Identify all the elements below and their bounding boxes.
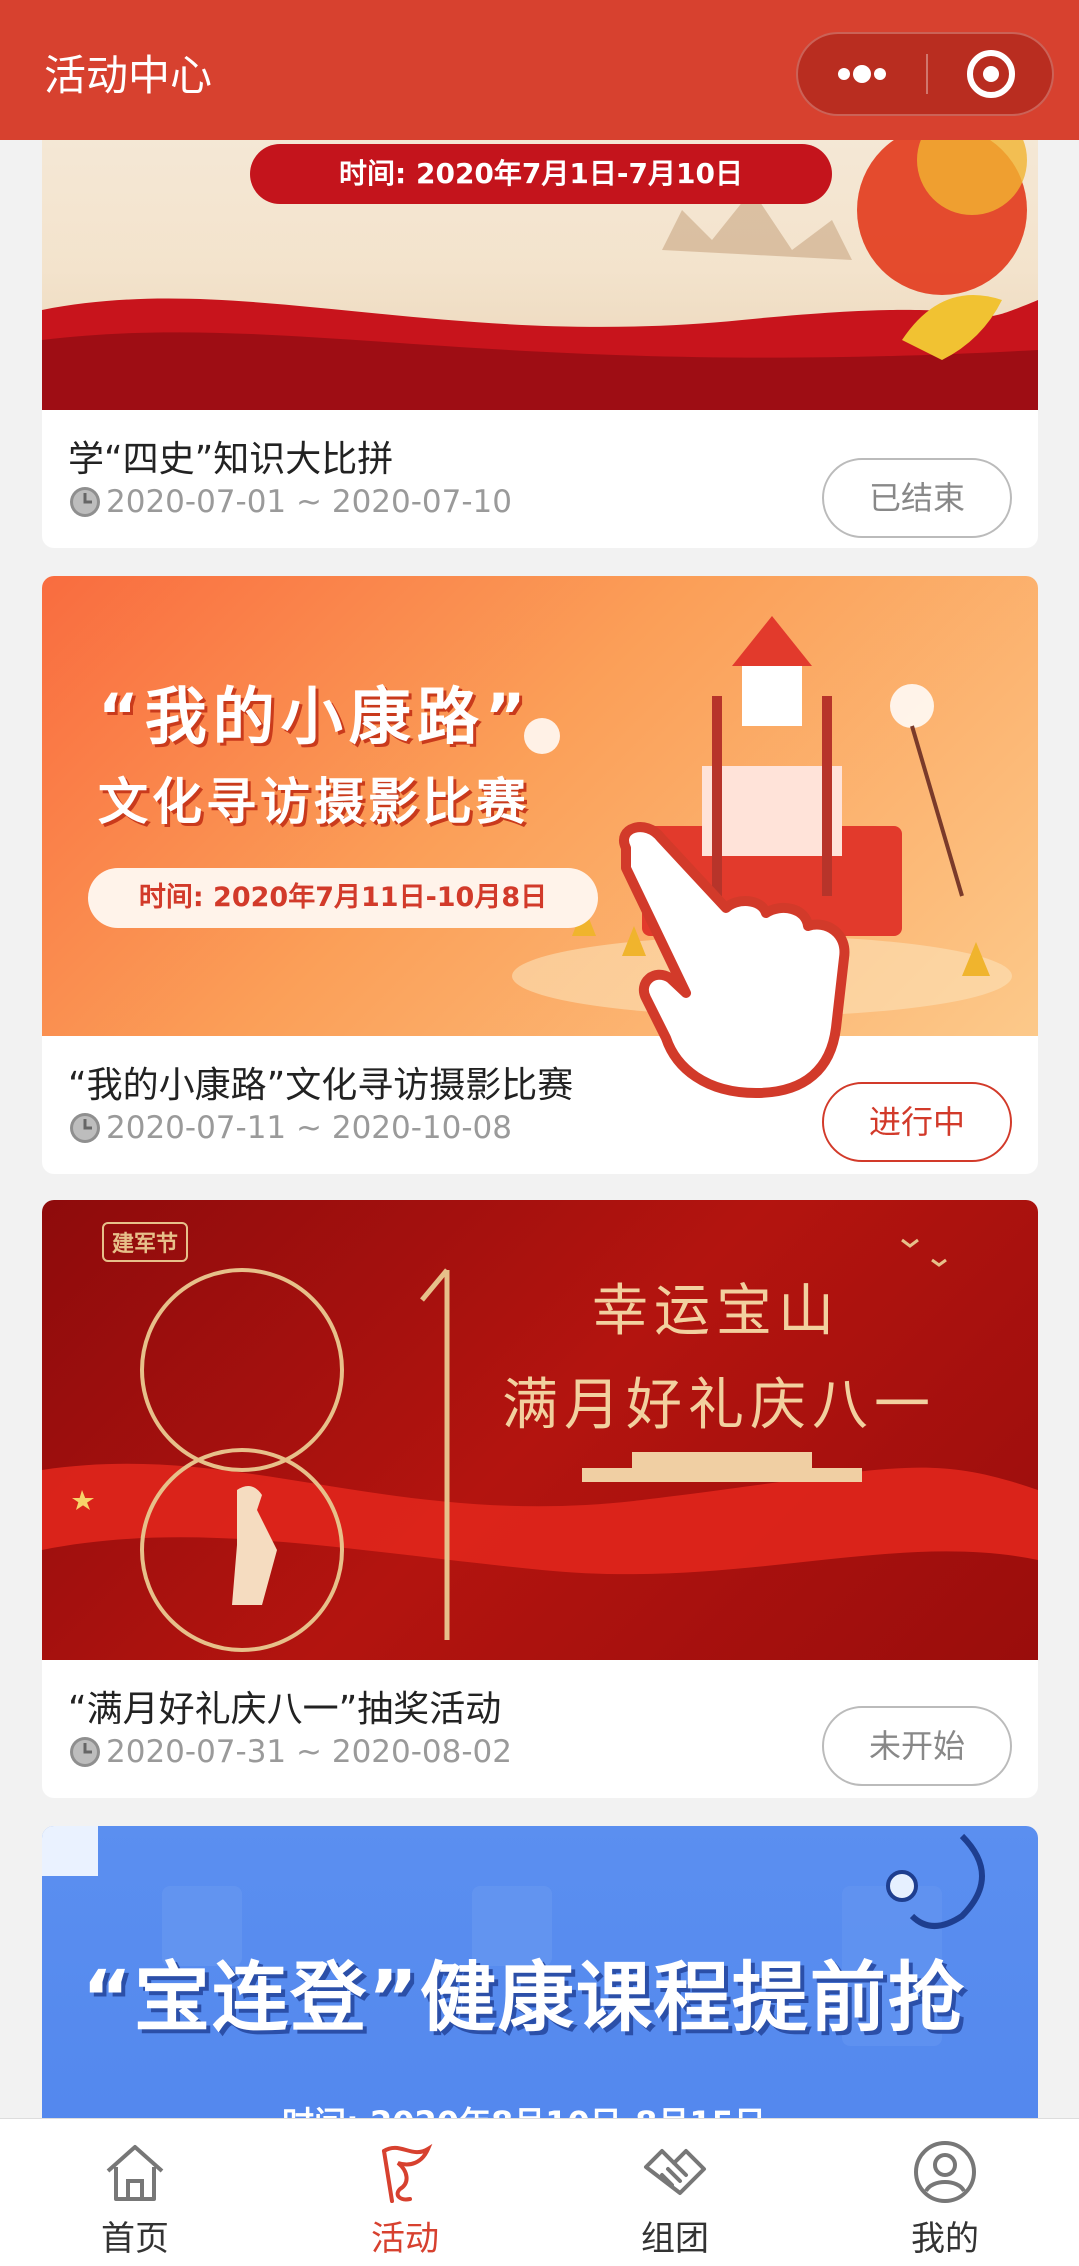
target-circle-icon — [967, 50, 1015, 98]
activity-date: 2020-07-01 ~ 2020-07-10 — [68, 484, 512, 520]
page-title: 活动中心 — [44, 51, 213, 100]
banner-heading-line1: “我的小康路” — [98, 680, 532, 753]
banner-heading-line2: 满月好礼庆八一 — [502, 1373, 936, 1438]
banner-heading: “宝连登”健康课程提前抢 — [82, 1953, 966, 2042]
home-icon — [106, 2145, 164, 2201]
activity-banner[interactable]: “宝连登”健康课程提前抢 时间: 2020年8月10日-8月15日 — [42, 1826, 1038, 2118]
banner-time-pill: 时间: 2020年7月11日-10月8日 — [88, 868, 598, 928]
banner-badge: 建军节 — [102, 1222, 189, 1262]
banner-time: 时间: 2020年7月1日-7月10日 — [339, 157, 743, 190]
activity-date-text: 2020-07-01 ~ 2020-07-10 — [106, 484, 512, 520]
banner-heading-line1: 幸运宝山 — [592, 1279, 840, 1344]
activity-date: 2020-07-11 ~ 2020-10-08 — [68, 1110, 512, 1146]
tab-activity[interactable]: 活动 — [270, 2119, 540, 2266]
status-badge-upcoming[interactable]: 未开始 — [822, 1706, 1012, 1786]
top-navigation-bar: 活动中心 — [0, 0, 1079, 140]
tab-mine[interactable]: 我的 — [810, 2119, 1079, 2266]
more-button[interactable] — [798, 34, 926, 114]
tab-group[interactable]: 组团 — [540, 2119, 810, 2266]
activity-card[interactable]: 建军节 幸运宝山 满月好礼庆八一 “满月好礼庆八一”抽奖活动 2020-07-3… — [42, 1200, 1038, 1798]
activity-date-text: 2020-07-31 ~ 2020-08-02 — [106, 1734, 512, 1770]
close-button[interactable] — [928, 34, 1054, 114]
tab-label: 组团 — [641, 2219, 709, 2259]
status-badge-ended[interactable]: 已结束 — [822, 458, 1012, 538]
banner-heading-line2: 文化寻访摄影比赛 — [98, 773, 530, 831]
mini-program-capsule — [796, 32, 1054, 116]
hand-pointer-icon — [619, 822, 850, 1098]
flag-icon — [382, 2143, 433, 2203]
activity-title: 学“四史”知识大比拼 — [68, 439, 394, 480]
activity-banner[interactable]: “我的小康路” 文化寻访摄影比赛 时间: 2020年7月11日-10月8日 — [42, 576, 1038, 1036]
activity-title: “我的小康路”文化寻访摄影比赛 — [68, 1065, 574, 1106]
tab-label: 我的 — [911, 2219, 979, 2259]
banner-time: 时间: 2020年7月11日-10月8日 — [138, 882, 548, 913]
activity-date-text: 2020-07-11 ~ 2020-10-08 — [106, 1110, 512, 1146]
activity-title: “满月好礼庆八一”抽奖活动 — [68, 1689, 502, 1730]
clock-icon — [70, 487, 100, 517]
clock-icon — [70, 1113, 100, 1143]
activity-card[interactable]: 学“四史”知识大比拼 时间: 2020年7月1日-7月10日 学“四史”知识大比… — [42, 100, 1038, 548]
activity-card[interactable]: “我的小康路” 文化寻访摄影比赛 时间: 2020年7月11日-10月8日 “我… — [42, 576, 1038, 1174]
activity-banner[interactable]: 建军节 幸运宝山 满月好礼庆八一 — [42, 1200, 1038, 1660]
activity-feed[interactable]: 学“四史”知识大比拼 时间: 2020年7月1日-7月10日 学“四史”知识大比… — [0, 0, 1079, 2118]
tab-home[interactable]: 首页 — [0, 2119, 270, 2266]
activity-date: 2020-07-31 ~ 2020-08-02 — [68, 1734, 512, 1770]
bottom-tab-bar: 首页 活动 组团 我的 — [0, 2118, 1079, 2266]
banner-time: 时间: 2020年8月10日-8月15日 — [282, 2098, 766, 2118]
banner-time-pill: 时间: 2020年7月1日-7月10日 — [250, 144, 832, 204]
handshake-icon — [644, 2149, 706, 2195]
user-icon — [914, 2141, 976, 2203]
more-dots-icon — [838, 65, 886, 83]
tab-label: 活动 — [371, 2219, 439, 2259]
activity-card[interactable]: “宝连登”健康课程提前抢 时间: 2020年8月10日-8月15日 — [42, 1826, 1038, 2118]
activity-banner[interactable]: 学“四史”知识大比拼 时间: 2020年7月1日-7月10日 — [42, 100, 1038, 410]
tab-label: 首页 — [101, 2219, 169, 2259]
clock-icon — [70, 1737, 100, 1767]
